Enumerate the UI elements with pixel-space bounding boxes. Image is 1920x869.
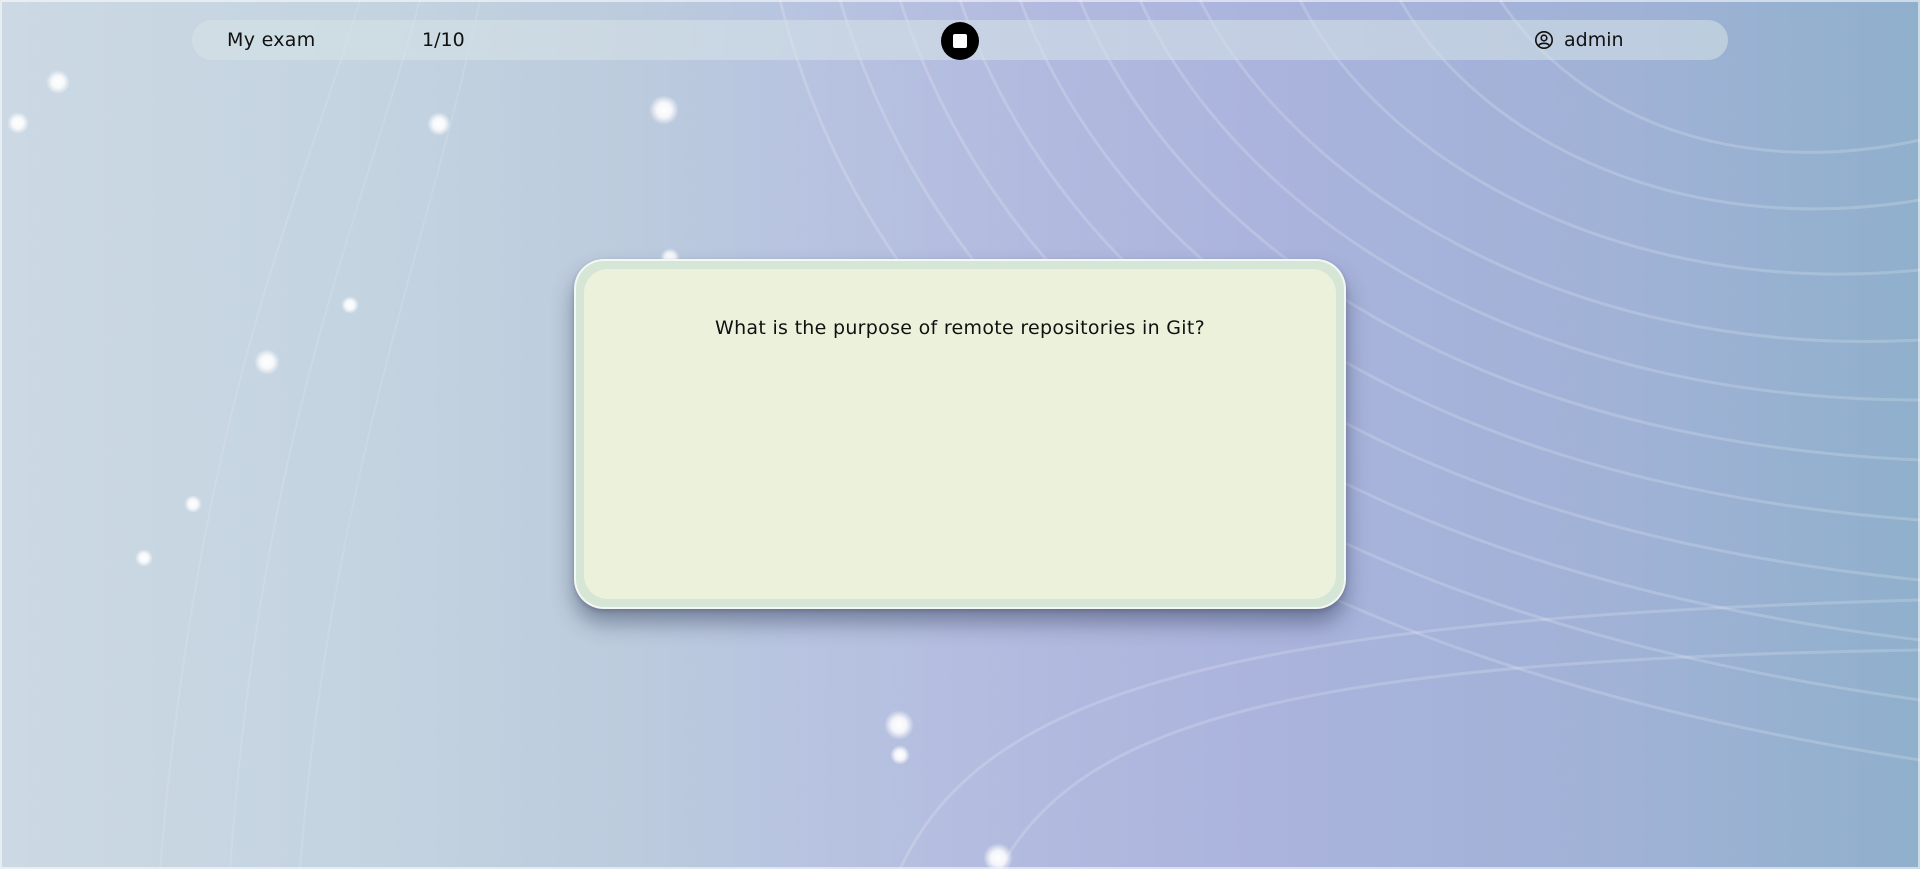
sparkle-decoration xyxy=(983,843,1013,869)
sparkle-decoration xyxy=(649,95,679,125)
sparkle-decoration xyxy=(46,70,70,94)
username: admin xyxy=(1564,29,1624,51)
user-menu[interactable]: admin xyxy=(1534,20,1624,60)
exam-title: My exam xyxy=(227,29,316,51)
sparkle-decoration xyxy=(254,349,280,375)
top-bar: My exam 1/10 admin xyxy=(192,20,1728,60)
user-circle-icon xyxy=(1535,31,1553,49)
sparkle-decoration xyxy=(184,495,202,513)
question-progress: 1/10 xyxy=(422,29,465,51)
sparkle-decoration xyxy=(341,296,359,314)
question-card: What is the purpose of remote repositori… xyxy=(574,259,1346,609)
stop-icon xyxy=(953,34,967,48)
question-card-body: What is the purpose of remote repositori… xyxy=(584,269,1336,599)
sparkle-decoration xyxy=(884,710,914,740)
question-text: What is the purpose of remote repositori… xyxy=(714,317,1205,339)
sparkle-decoration xyxy=(427,112,451,136)
sparkle-decoration xyxy=(135,549,153,567)
stop-button[interactable] xyxy=(941,22,979,60)
sparkle-decoration xyxy=(890,745,910,765)
sparkle-decoration xyxy=(7,112,29,134)
